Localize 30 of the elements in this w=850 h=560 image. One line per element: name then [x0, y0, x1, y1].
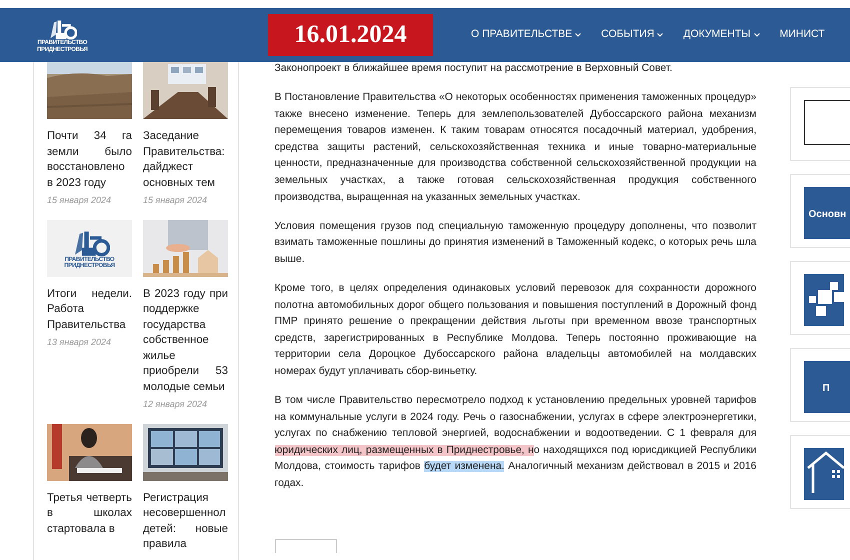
- banner-card[interactable]: П: [790, 348, 850, 422]
- paragraph: В Постановление Правительства «О некоторых особенностях применения таможенных процедур» также внесено изменение. Теперь для землепользователей Дубоссарского района механизм перемещения товаров изменен. К таким товарам относятся посадочный материал, удобрения, средства защиты растений, сельскохозяйственная техника и иные товарно-материальные ценности, предназначенные для производства собственной сельскохозяйственной продукции на земельных участках, а также готовая сельскохозяйственная продукция собственного производства, выращенная на указанных земельных участках.: [274, 91, 756, 205]
- banner-label[interactable]: П: [804, 361, 850, 413]
- news-date: 12 января 2024: [143, 398, 208, 411]
- banner-frame: [804, 100, 850, 145]
- paragraph: Условия помещения грузов под специальную таможенную процедуру дополнены, что позволит взимать таможенные пошлины до принятия изменений в Таможенный кодекс, о которых речь шла выше.: [274, 220, 756, 267]
- banner-card[interactable]: [790, 87, 850, 161]
- nav-link[interactable]: О ПРАВИТЕЛЬСТВЕ: [471, 27, 582, 43]
- nav-link[interactable]: ДОКУМЕНТЫ: [683, 27, 760, 43]
- paragraph: Кроме того, в целях определения одинаковых условий перевозок для сохранности дорожного полотна автомобильных дорог общего пользования и повышения поступлений в Дорожный фонд ПМР принято решение о прекращении действия льготы при временном ввозе транспортных средств, зарегистрированных в Республике Молдова. Теперь постоянно проживающие на территории села Дороцкое Дубоссарского района владельцы автомобилей на молдавских номерах будут уплачивать сбор-виньетку.: [274, 282, 756, 379]
- news-title[interactable]: В 2023 году при поддержке государства собственное жилье приобрели 53 молодые семьи: [143, 286, 228, 395]
- banner-card[interactable]: [790, 261, 850, 335]
- nav-link[interactable]: СОБЫТИЯ: [601, 27, 664, 43]
- news-title[interactable]: Заседание Правительства: дайджест основных тем: [143, 129, 228, 191]
- paragraph: Законопроект в ближайшее время поступит на рассмотрение в Верховный Совет.: [274, 62, 674, 76]
- house-icon[interactable]: [804, 448, 844, 500]
- blocks-icon[interactable]: [804, 274, 844, 326]
- news-date: 15 января 2024: [143, 194, 208, 207]
- date-banner: 16.01.2024: [268, 14, 433, 56]
- paragraph: В том числе Правительство пересмотрело подход к установлению предельных уровней тарифов на коммунальные услуги в 2024 году. Речь о газоснабжении, услугах в сфере электроэнергетики, услугах по снабжению тепловой энергией, водоснабжении и водоотведении. С 1 февраля для юридических лиц, размещенных в Приднестровье, но находящихся под юрисдикцией Республики Молдова, стоимость тарифов будет изменена. Аналогичный механизм действовал в 2015 и 2016 годах.: [274, 394, 756, 492]
- news-date: 15 января 2024: [47, 194, 112, 207]
- news-title[interactable]: Итоги недели. Работа Правительства: [47, 286, 132, 333]
- banner-label[interactable]: Основн: [804, 187, 850, 239]
- nav-link[interactable]: МИНИСТ: [780, 27, 825, 43]
- news-date: 13 января 2024: [47, 336, 112, 349]
- banner-card[interactable]: [790, 435, 850, 509]
- news-title[interactable]: Почти 34 га земли было восстановлено в 2023 году: [47, 129, 132, 191]
- banner-card[interactable]: Основн: [790, 174, 850, 248]
- news-title[interactable]: Третья четверть в школах стартовала в: [47, 490, 132, 537]
- news-title[interactable]: Регистрация несовершеннол детей: новые правила: [143, 490, 228, 552]
